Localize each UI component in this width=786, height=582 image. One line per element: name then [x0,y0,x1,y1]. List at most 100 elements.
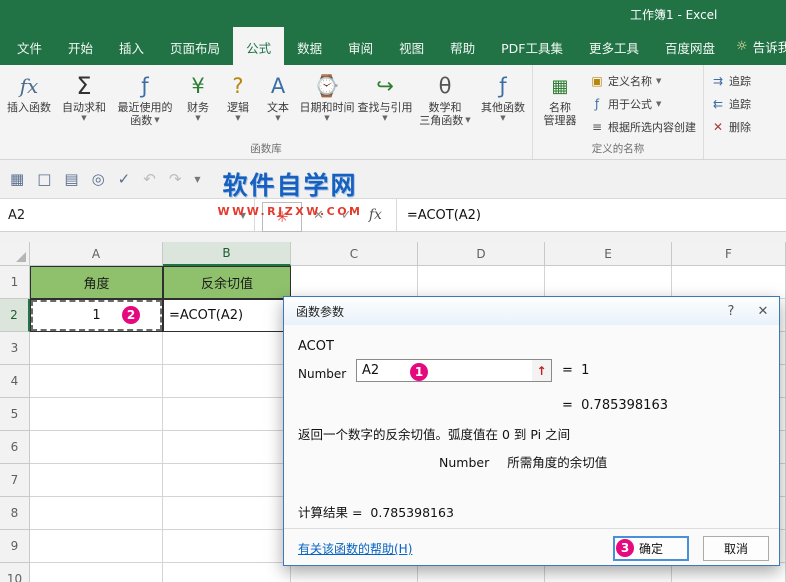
use-in-formula-button[interactable]: ƒ 用于公式 ▼ [587,95,699,113]
row-header-5[interactable]: 5 [0,398,30,431]
tab-page-layout[interactable]: 页面布局 [157,27,233,65]
lookup-reference-button[interactable]: ↪ 查找与引用 ▼ [356,66,414,140]
new-document-icon[interactable]: □ [37,170,51,188]
collapse-dialog-button[interactable]: ↑ [532,359,552,382]
date-time-button[interactable]: ⌚ 日期和时间 ▼ [298,66,356,140]
cell-B8[interactable] [163,497,291,530]
row-header-7[interactable]: 7 [0,464,30,497]
function-help-link[interactable]: 有关该函数的帮助(H) [298,540,412,557]
dialog-close-button[interactable]: ✕ [747,297,779,325]
tab-file[interactable]: 文件 [4,27,55,65]
tab-help[interactable]: 帮助 [437,27,488,65]
tell-me-label: 告诉我 [752,39,786,55]
cell-B6[interactable] [163,431,291,464]
trace-dependents-button[interactable]: ⇇ 追踪 [708,95,754,113]
column-header-F[interactable]: F [672,242,786,266]
dialog-help-button[interactable]: ? [715,297,747,325]
row-header-1[interactable]: 1 [0,266,30,299]
autosum-label: 自动求和 [62,101,106,114]
row-header-6[interactable]: 6 [0,431,30,464]
tab-more-tools[interactable]: 更多工具 [576,27,652,65]
cell-B4[interactable] [163,365,291,398]
text-functions-button[interactable]: A 文本 ▼ [258,66,298,140]
cell-A10[interactable] [30,563,163,582]
autosum-button[interactable]: Σ 自动求和 ▼ [56,66,112,140]
select-all-corner[interactable] [0,242,30,266]
cell-A8[interactable] [30,497,163,530]
cancel-entry-icon[interactable]: ✕ [313,208,324,223]
tab-pdf-tools[interactable]: PDF工具集 [488,27,576,65]
tab-data[interactable]: 数据 [284,27,335,65]
column-header-C[interactable]: C [291,242,418,266]
math-trig-button[interactable]: θ 数学和 三角函数 ▼ [414,66,476,140]
cell-D1[interactable] [418,266,545,299]
name-box[interactable]: A2 ▼ [0,199,255,231]
row-header-2[interactable]: 2 [0,299,30,332]
financial-button[interactable]: ¥ 财务 ▼ [178,66,218,140]
cell-B3[interactable] [163,332,291,365]
cell-B10[interactable] [163,563,291,582]
create-from-selection-button[interactable]: ≡ 根据所选内容创建 [587,118,699,136]
undo-icon[interactable]: ↶ [143,170,156,188]
number-argument-input[interactable]: A2 [356,359,533,382]
remove-arrows-button[interactable]: ✕ 删除 [708,118,754,136]
row-header-3[interactable]: 3 [0,332,30,365]
cell-A4[interactable] [30,365,163,398]
column-header-D[interactable]: D [418,242,545,266]
recently-used-button[interactable]: ƒ 最近使用的 函数 ▼ [112,66,178,140]
column-header-A[interactable]: A [30,242,163,266]
sigma-icon: Σ [76,72,92,100]
row-header-8[interactable]: 8 [0,497,30,530]
name-box-dropdown-icon[interactable]: ▼ [240,211,246,220]
define-name-icon: ▣ [591,74,603,88]
cell-B9[interactable] [163,530,291,563]
spellcheck-icon[interactable]: ✓ [118,170,131,188]
cell-C1[interactable] [291,266,418,299]
print-icon[interactable]: ▤ [64,170,78,188]
save-icon[interactable]: ▦ [10,170,24,188]
cell-A5[interactable] [30,398,163,431]
tab-formulas[interactable]: 公式 [233,27,285,65]
tab-home[interactable]: 开始 [55,27,106,65]
quick-access-toolbar: ▦ □ ▤ ◎ ✓ ↶ ↷ ▼ [0,160,786,199]
column-header-E[interactable]: E [545,242,672,266]
cell-F1[interactable] [672,266,786,299]
collapse-arrow-icon: ↑ [536,363,547,378]
confirm-entry-icon[interactable]: ✓ [341,208,352,223]
cell-A2[interactable]: 1 [30,299,163,332]
trace-precedents-button[interactable]: ⇉ 追踪 [708,72,754,90]
formula-bar-input[interactable]: =ACOT(A2) [407,208,481,223]
insert-function-fx-icon[interactable]: fx [369,207,382,223]
cell-B2[interactable]: =ACOT(A2) [163,299,291,332]
insert-function-button[interactable]: fx 插入函数 [2,66,56,140]
dialog-title-bar[interactable]: 函数参数 ? ✕ [284,297,779,325]
column-header-B[interactable]: B [163,242,291,266]
tab-review[interactable]: 审阅 [335,27,386,65]
tab-baidu-netdisk[interactable]: 百度网盘 [652,27,728,65]
row-header-4[interactable]: 4 [0,365,30,398]
cell-A3[interactable] [30,332,163,365]
print-preview-icon[interactable]: ◎ [92,170,105,188]
financial-label: 财务 [187,101,209,114]
tab-view[interactable]: 视图 [386,27,437,65]
cell-E1[interactable] [545,266,672,299]
row-header-9[interactable]: 9 [0,530,30,563]
cell-A6[interactable] [30,431,163,464]
redo-icon[interactable]: ↷ [169,170,182,188]
cell-B5[interactable] [163,398,291,431]
logical-button[interactable]: ? 逻辑 ▼ [218,66,258,140]
cell-A9[interactable] [30,530,163,563]
cell-A7[interactable] [30,464,163,497]
cell-B1[interactable]: 反余切值 [163,266,291,299]
qat-customize-icon[interactable]: ▼ [194,175,200,184]
row-header-10[interactable]: 10 [0,563,30,582]
cell-B7[interactable] [163,464,291,497]
cancel-button[interactable]: 取消 [703,536,769,561]
define-name-button[interactable]: ▣ 定义名称 ▼ [587,72,699,90]
tell-me[interactable]: ☼ 告诉我 [728,27,786,65]
more-functions-button[interactable]: ƒ 其他函数 ▼ [476,66,530,140]
name-manager-button[interactable]: ▦ 名称 管理器 [535,66,585,140]
cell-A1[interactable]: 角度 [30,266,163,299]
tab-insert[interactable]: 插入 [106,27,157,65]
math-trig-label-line2: 三角函数 [419,114,464,127]
